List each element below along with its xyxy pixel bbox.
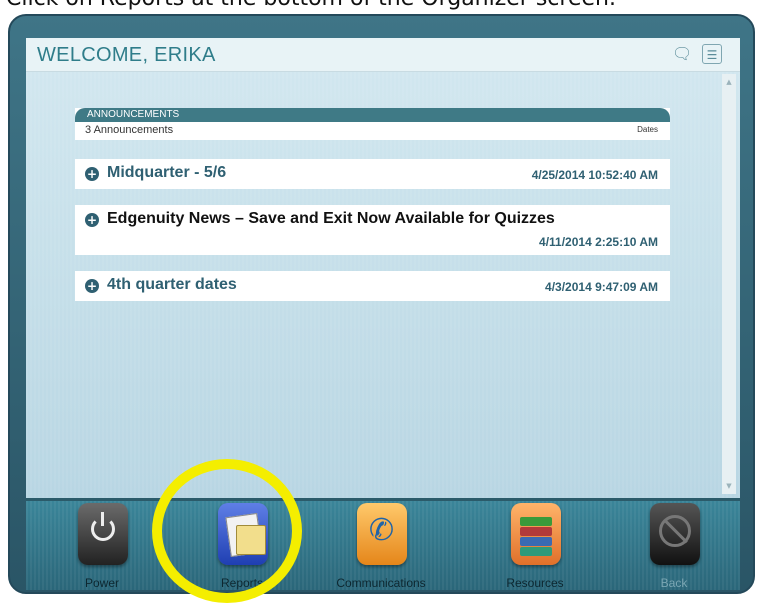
announcement-item[interactable]: + Edgenuity News – Save and Exit Now Ava… bbox=[75, 205, 670, 255]
bottom-dock: Power Reports ✆ Communications Resources… bbox=[26, 498, 740, 590]
announcements-tab: ANNOUNCEMENTS bbox=[75, 108, 670, 122]
expand-plus-icon[interactable]: + bbox=[85, 167, 99, 181]
back-disabled-icon[interactable] bbox=[650, 503, 700, 565]
announcement-date: 4/25/2014 10:52:40 AM bbox=[531, 168, 658, 182]
announcement-date: 4/11/2014 2:25:10 AM bbox=[539, 235, 658, 249]
dates-column-header[interactable]: Dates bbox=[637, 125, 658, 134]
announcement-date: 4/3/2014 9:47:09 AM bbox=[545, 280, 658, 294]
announcements-count: 3 Announcements bbox=[85, 124, 174, 136]
communications-label: Communications bbox=[336, 576, 426, 590]
organizer-window: WELCOME, ERIKA 🗨 ☰ ▲ ▼ ANNOUNCEMENTS 3 A… bbox=[8, 14, 755, 594]
announcement-item[interactable]: + 4th quarter dates 4/3/2014 9:47:09 AM bbox=[75, 271, 670, 301]
reports-icon[interactable] bbox=[218, 503, 268, 565]
power-icon[interactable] bbox=[78, 503, 128, 565]
sliders-icon[interactable]: ☰ bbox=[702, 44, 722, 64]
scroll-up-arrow-icon[interactable]: ▲ bbox=[722, 76, 736, 88]
resources-button[interactable]: Resources bbox=[487, 503, 583, 591]
organizer-screen: WELCOME, ERIKA 🗨 ☰ ▲ ▼ ANNOUNCEMENTS 3 A… bbox=[26, 38, 740, 498]
communications-button[interactable]: ✆ Communications bbox=[333, 503, 429, 591]
header-bar: WELCOME, ERIKA 🗨 ☰ bbox=[26, 38, 740, 72]
scroll-down-arrow-icon[interactable]: ▼ bbox=[722, 480, 736, 492]
resources-label: Resources bbox=[506, 576, 564, 590]
expand-plus-icon[interactable]: + bbox=[85, 213, 99, 227]
announcement-title[interactable]: Midquarter - 5/6 bbox=[107, 164, 226, 182]
reports-button[interactable]: Reports bbox=[194, 503, 290, 591]
expand-plus-icon[interactable]: + bbox=[85, 279, 99, 293]
announcement-item[interactable]: + Midquarter - 5/6 4/25/2014 10:52:40 AM bbox=[75, 159, 670, 189]
back-button[interactable]: Back bbox=[626, 503, 722, 591]
welcome-title: WELCOME, ERIKA bbox=[37, 44, 216, 66]
books-icon[interactable] bbox=[511, 503, 561, 565]
chat-bubble-icon[interactable]: 🗨 bbox=[672, 44, 692, 64]
announcement-title[interactable]: 4th quarter dates bbox=[107, 276, 237, 294]
back-label: Back bbox=[660, 576, 688, 590]
power-label: Power bbox=[84, 576, 119, 590]
announcements-title: ANNOUNCEMENTS bbox=[87, 109, 180, 120]
phone-icon[interactable]: ✆ bbox=[357, 503, 407, 565]
reports-label: Reports bbox=[220, 576, 264, 590]
power-button[interactable]: Power bbox=[54, 503, 150, 591]
vertical-scrollbar[interactable]: ▲ ▼ bbox=[722, 74, 736, 494]
announcements-panel: ANNOUNCEMENTS 3 Announcements Dates bbox=[75, 108, 670, 140]
announcement-title[interactable]: Edgenuity News – Save and Exit Now Avail… bbox=[107, 210, 555, 228]
